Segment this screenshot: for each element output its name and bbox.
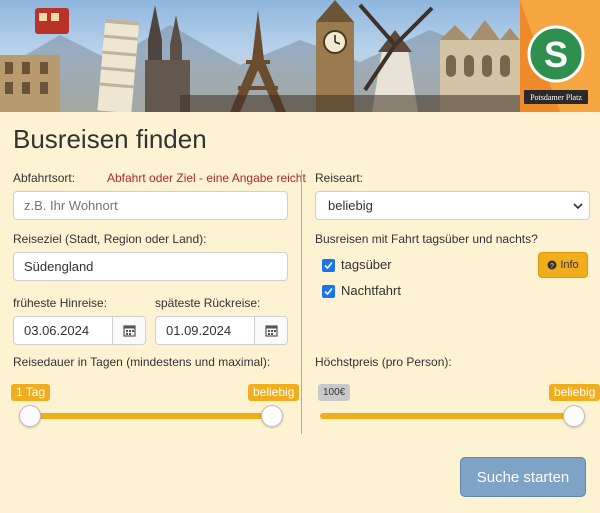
earliest-date-label: früheste Hinreise: [13, 296, 108, 310]
check-icon [324, 261, 333, 270]
calendar-icon[interactable] [112, 317, 145, 344]
calendar-icon[interactable] [254, 317, 287, 344]
destination-label: Reiseziel (Stadt, Region oder Land): [13, 232, 207, 246]
column-divider [301, 170, 302, 434]
day-night-label: Busreisen mit Fahrt tagsüber und nachts? [315, 232, 538, 246]
duration-slider-track[interactable] [20, 413, 282, 419]
duration-max-handle[interactable] [261, 405, 283, 427]
duration-label: Reisedauer in Tagen (mindestens und maxi… [13, 355, 271, 369]
street-sign-text: Potsdamer Platz [530, 93, 582, 102]
header-banner: S Potsdamer Platz [0, 0, 600, 112]
night-label: Nachtfahrt [341, 283, 401, 298]
landmarks-collage-image: S Potsdamer Platz [0, 0, 600, 112]
max-price-max-tag: beliebig [549, 384, 600, 401]
info-button[interactable]: ? Info [538, 252, 588, 278]
departure-hint: Abfahrt oder Ziel - eine Angabe reicht [107, 171, 306, 185]
info-button-label: Info [560, 259, 579, 271]
travel-type-select[interactable]: beliebig [315, 191, 590, 220]
max-price-slider-track[interactable] [320, 413, 585, 419]
daytime-checkbox[interactable] [322, 259, 335, 272]
latest-date-value: 01.09.2024 [166, 323, 232, 338]
earliest-date-value: 03.06.2024 [24, 323, 90, 338]
earliest-date-field[interactable]: 03.06.2024 [13, 316, 146, 345]
daytime-label: tagsüber [341, 257, 392, 272]
latest-date-field[interactable]: 01.09.2024 [155, 316, 288, 345]
departure-input[interactable] [13, 191, 288, 220]
question-icon: ? [547, 260, 557, 270]
page-title: Busreisen finden [13, 124, 207, 154]
departure-label: Abfahrtsort: [13, 171, 76, 185]
duration-min-handle[interactable] [19, 405, 41, 427]
latest-date-label: späteste Rückreise: [155, 296, 261, 310]
search-button[interactable]: Suche starten [460, 457, 586, 497]
max-price-handle[interactable] [563, 405, 585, 427]
sbahn-sign-letter: S [544, 34, 568, 75]
travel-type-value: beliebig [328, 198, 373, 213]
max-price-label: Höchstpreis (pro Person): [315, 355, 452, 369]
travel-type-label: Reiseart: [315, 171, 364, 185]
max-price-min-tag: 100€ [318, 384, 351, 401]
night-checkbox[interactable] [322, 285, 335, 298]
duration-min-tag: 1 Tag [11, 384, 51, 401]
svg-text:?: ? [550, 263, 554, 270]
chevron-down-icon [573, 203, 583, 210]
duration-max-tag: beliebig [248, 384, 300, 401]
check-icon [324, 287, 333, 296]
destination-input[interactable]: Südengland [13, 252, 288, 281]
